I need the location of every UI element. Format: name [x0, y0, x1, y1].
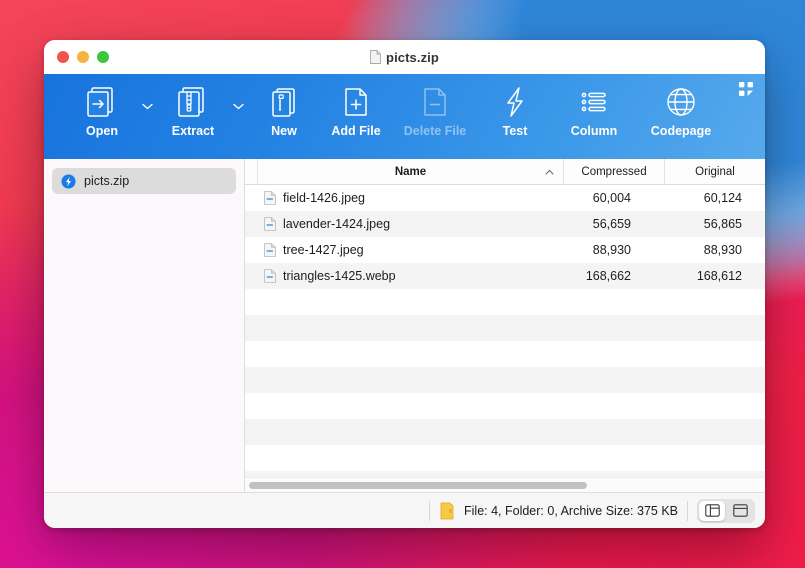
file-name-label: lavender-1424.jpeg: [283, 217, 391, 231]
extract-zipper-icon: [174, 81, 212, 123]
compressed-size-cell: 168,662: [585, 269, 631, 283]
compressed-size-cell: 56,659: [592, 217, 631, 231]
file-list-pane: Name Compressed Original field-1426.jpeg…: [245, 159, 765, 492]
column-header-original[interactable]: Original: [665, 159, 765, 184]
new-archive-icon: [265, 81, 303, 123]
grid-overflow-icon[interactable]: [737, 80, 755, 98]
zip-bolt-icon: [61, 173, 76, 189]
toolbar-label-codepage: Codepage: [650, 124, 712, 138]
sidebar-item-label: picts.zip: [84, 174, 130, 188]
toolbar-label-column: Column: [570, 124, 618, 138]
empty-row: [245, 289, 765, 315]
open-dropdown-caret[interactable]: [138, 103, 157, 110]
status-summary: File: 4, Folder: 0, Archive Size: 375 KB: [464, 503, 678, 518]
original-size-cell: 56,865: [703, 217, 742, 231]
title-bar: picts.zip: [44, 40, 765, 74]
toolbar-button-add-file[interactable]: Add File: [320, 81, 392, 138]
yellow-folder-icon: [440, 502, 454, 519]
view-mode-toggles: [697, 498, 755, 523]
empty-row: [245, 315, 765, 341]
empty-row: [245, 393, 765, 419]
delete-file-icon: [416, 81, 454, 123]
horizontal-scrollbar-thumb[interactable]: [249, 481, 587, 489]
toolbar-button-open[interactable]: Open: [66, 81, 138, 138]
toolbar-label-test: Test: [502, 124, 528, 138]
compressed-size-cell: 88,930: [592, 243, 631, 257]
lightning-bolt-icon: [496, 81, 534, 123]
status-divider-2: [687, 500, 688, 521]
table-row[interactable]: field-1426.jpeg 60,004 60,124: [245, 185, 765, 211]
sidebar-layout-icon[interactable]: [699, 500, 725, 521]
window-body: picts.zip Name Compressed Original field…: [44, 159, 765, 492]
empty-row: [245, 367, 765, 393]
toolbar-button-codepage[interactable]: Codepage: [636, 81, 726, 138]
column-header-gutter: [245, 159, 258, 184]
empty-row: [245, 419, 765, 445]
file-name-cell: triangles-1425.webp: [245, 269, 531, 283]
file-icon: [264, 191, 276, 205]
add-file-icon: [337, 81, 375, 123]
sidebar: picts.zip: [44, 159, 245, 492]
status-divider: [429, 500, 430, 521]
toolbar: Open Extract New Add File Delete File Te…: [44, 74, 765, 159]
column-header-compressed-label: Compressed: [581, 165, 647, 178]
file-name-cell: field-1426.jpeg: [245, 191, 531, 205]
file-icon: [264, 217, 276, 231]
toolbar-label-delete-file: Delete File: [403, 124, 467, 138]
archive-window: picts.zip Open Extract New Add File Dele…: [44, 40, 765, 528]
toolbar-button-column[interactable]: Column: [552, 81, 636, 138]
file-name-label: field-1426.jpeg: [283, 191, 366, 205]
empty-row: [245, 341, 765, 367]
column-header-name[interactable]: Name: [258, 159, 564, 184]
split-layout-icon[interactable]: [727, 501, 753, 521]
toolbar-button-new[interactable]: New: [248, 81, 320, 138]
compressed-size-cell: 60,004: [592, 191, 631, 205]
toolbar-button-delete-file[interactable]: Delete File: [392, 81, 478, 138]
open-archive-icon: [83, 81, 121, 123]
horizontal-scrollbar[interactable]: [245, 477, 765, 492]
column-header-compressed[interactable]: Compressed: [564, 159, 665, 184]
sidebar-item-picts-zip[interactable]: picts.zip: [52, 168, 236, 194]
file-name-label: triangles-1425.webp: [283, 269, 396, 283]
table-row[interactable]: triangles-1425.webp 168,662 168,612: [245, 263, 765, 289]
file-rows[interactable]: field-1426.jpeg 60,004 60,124 lavender-1424…: [245, 185, 765, 477]
table-row[interactable]: lavender-1424.jpeg 56,659 56,865: [245, 211, 765, 237]
toolbar-button-test[interactable]: Test: [478, 81, 552, 138]
table-row[interactable]: tree-1427.jpeg 88,930 88,930: [245, 237, 765, 263]
file-name-cell: lavender-1424.jpeg: [245, 217, 531, 231]
list-columns-icon: [575, 81, 613, 123]
toolbar-label-open: Open: [86, 124, 118, 138]
empty-row: [245, 471, 765, 477]
column-header: Name Compressed Original: [245, 159, 765, 185]
toolbar-label-extract: Extract: [171, 124, 215, 138]
original-size-cell: 88,930: [703, 243, 742, 257]
original-size-cell: 60,124: [703, 191, 742, 205]
file-icon: [264, 243, 276, 257]
status-bar: File: 4, Folder: 0, Archive Size: 375 KB: [44, 492, 765, 528]
empty-row: [245, 445, 765, 471]
document-icon: [370, 50, 381, 64]
toolbar-button-extract[interactable]: Extract: [157, 81, 229, 138]
column-header-name-label: Name: [394, 165, 427, 178]
sort-ascending-icon: [545, 166, 554, 178]
file-name-label: tree-1427.jpeg: [283, 243, 364, 257]
original-size-cell: 168,612: [696, 269, 742, 283]
toolbar-label-new: New: [271, 124, 297, 138]
globe-icon: [662, 81, 700, 123]
file-name-cell: tree-1427.jpeg: [245, 243, 531, 257]
extract-dropdown-caret[interactable]: [229, 103, 248, 110]
window-title-group: picts.zip: [44, 40, 765, 74]
toolbar-label-add-file: Add File: [331, 124, 381, 138]
column-header-original-label: Original: [695, 165, 735, 178]
file-icon: [264, 269, 276, 283]
window-title: picts.zip: [386, 49, 439, 65]
